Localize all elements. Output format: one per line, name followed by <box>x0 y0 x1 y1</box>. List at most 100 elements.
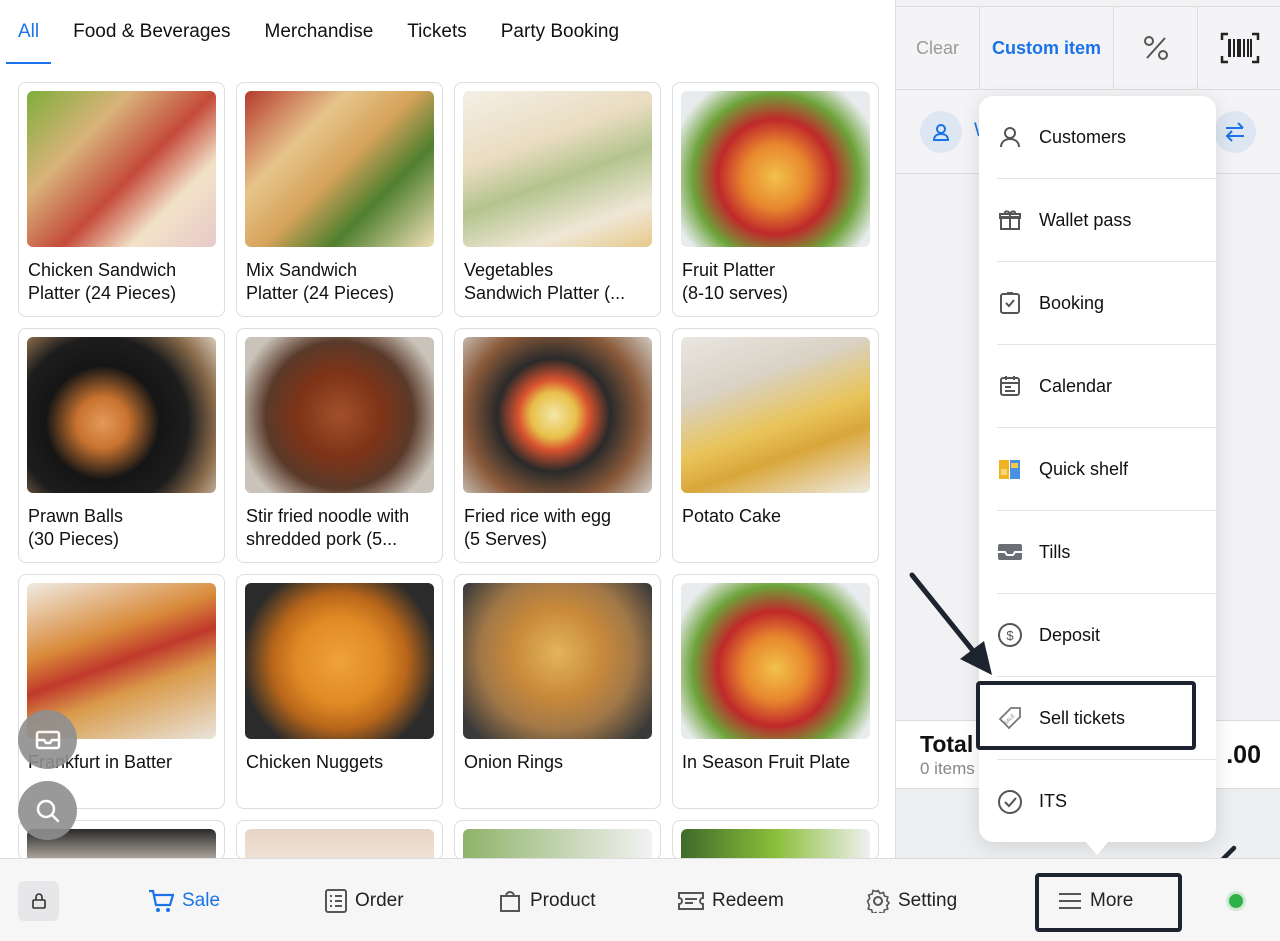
lock-icon <box>31 893 46 909</box>
percent-icon <box>1143 36 1168 60</box>
check-circle-icon <box>997 789 1023 815</box>
product-image <box>27 91 216 247</box>
product-image <box>245 337 434 493</box>
annotation-highlight-sell-tickets <box>976 681 1196 750</box>
calendar-icon <box>997 373 1023 399</box>
product-image <box>245 583 434 739</box>
person-icon <box>932 124 950 141</box>
product-card[interactable]: Frankfurt in Batter <box>18 574 225 809</box>
product-card[interactable]: Prawn Balls (30 Pieces) <box>18 328 225 563</box>
product-grid: Chicken Sandwich Platter (24 Pieces) Mix … <box>18 82 879 858</box>
switch-customer-button[interactable] <box>1214 111 1256 153</box>
product-name: Prawn Balls (30 Pieces) <box>28 506 124 549</box>
tab-food-beverages[interactable]: Food & Beverages <box>73 0 230 64</box>
product-area: All Food & Beverages Merchandise Tickets… <box>0 0 895 858</box>
total-label: Total <box>920 731 974 757</box>
category-tabs: All Food & Beverages Merchandise Tickets… <box>6 0 653 64</box>
items-count: 0 items <box>920 759 975 778</box>
search-icon <box>36 799 59 822</box>
tray-icon <box>35 730 60 749</box>
product-name: Chicken Nuggets <box>246 752 384 772</box>
product-card[interactable] <box>672 820 879 858</box>
product-image <box>681 829 870 858</box>
product-card[interactable]: Chicken Sandwich Platter (24 Pieces) <box>18 82 225 317</box>
bottom-nav: Sale Order Product Redeem Setting More <box>0 858 1280 941</box>
product-image <box>463 829 652 858</box>
tray-icon <box>997 539 1023 565</box>
tab-merchandise[interactable]: Merchandise <box>265 0 374 64</box>
product-name: Mix Sandwich Platter (24 Pieces) <box>246 260 395 303</box>
product-name: Chicken Sandwich Platter (24 Pieces) <box>28 260 177 303</box>
product-image <box>681 337 870 493</box>
product-image <box>463 583 652 739</box>
product-card[interactable]: Potato Cake <box>672 328 879 563</box>
ticket-icon <box>678 891 704 910</box>
product-card[interactable]: In Season Fruit Plate <box>672 574 879 809</box>
status-dot <box>1229 894 1243 908</box>
product-image <box>463 337 652 493</box>
discount-button[interactable] <box>1114 7 1198 89</box>
search-fab-button[interactable] <box>18 781 77 840</box>
nav-setting[interactable]: Setting <box>866 859 957 941</box>
menu-item-booking[interactable]: Booking <box>997 262 1216 345</box>
menu-caret <box>1085 841 1109 855</box>
annotation-arrow-icon <box>909 572 992 675</box>
tab-all[interactable]: All <box>6 0 52 64</box>
product-name: Fruit Platter (8-10 serves) <box>682 260 789 303</box>
product-card[interactable]: Vegetables Sandwich Platter (... <box>454 82 661 317</box>
shelf-icon <box>997 456 1023 482</box>
menu-item-tills[interactable]: Tills <box>997 511 1216 594</box>
annotation-highlight-more <box>1035 873 1182 932</box>
product-card[interactable]: Onion Rings <box>454 574 661 809</box>
lock-button[interactable] <box>18 881 59 921</box>
product-card[interactable]: Mix Sandwich Platter (24 Pieces) <box>236 82 443 317</box>
menu-item-quick-shelf[interactable]: Quick shelf <box>997 428 1216 511</box>
nav-redeem[interactable]: Redeem <box>678 859 784 941</box>
tab-party-booking[interactable]: Party Booking <box>501 0 619 64</box>
list-icon <box>325 888 347 913</box>
barcode-button[interactable] <box>1198 7 1280 89</box>
product-image <box>27 337 216 493</box>
nav-order[interactable]: Order <box>325 859 404 941</box>
product-image <box>681 91 870 247</box>
bag-icon <box>500 890 520 912</box>
product-card[interactable]: Fruit Platter (8-10 serves) <box>672 82 879 317</box>
nav-sale[interactable]: Sale <box>148 859 220 941</box>
menu-item-calendar[interactable]: Calendar <box>997 345 1216 428</box>
product-card[interactable] <box>236 820 443 858</box>
product-name: Fried rice with egg (5 Serves) <box>464 506 612 549</box>
clipboard-check-icon <box>997 290 1023 316</box>
product-name: Onion Rings <box>464 752 564 772</box>
product-image <box>463 91 652 247</box>
gift-icon <box>997 207 1023 233</box>
menu-item-wallet-pass[interactable]: Wallet pass <box>997 179 1216 262</box>
product-image <box>681 583 870 739</box>
clear-button[interactable]: Clear <box>896 7 980 89</box>
product-name: Stir fried noodle with shredded pork (5..… <box>246 506 410 549</box>
product-name: In Season Fruit Plate <box>682 752 851 772</box>
product-image <box>245 829 434 858</box>
tab-tickets[interactable]: Tickets <box>407 0 466 64</box>
product-card[interactable]: Fried rice with egg (5 Serves) <box>454 328 661 563</box>
person-icon <box>997 124 1023 150</box>
tray-fab-button[interactable] <box>18 710 77 769</box>
cart-toolbar: Clear Custom item <box>896 6 1280 90</box>
product-name: Vegetables Sandwich Platter (... <box>464 260 626 303</box>
product-card[interactable] <box>454 820 661 858</box>
nav-product[interactable]: Product <box>498 859 595 941</box>
dollar-circle-icon: $ <box>997 622 1023 648</box>
swap-arrows-icon <box>1225 122 1244 142</box>
customer-avatar-button[interactable] <box>920 111 962 153</box>
total-amount: .00 <box>1226 741 1261 769</box>
menu-item-customers[interactable]: Customers <box>997 96 1216 179</box>
menu-item-its[interactable]: ITS <box>997 760 1216 843</box>
gear-icon <box>866 888 890 913</box>
product-image <box>245 91 434 247</box>
cart-icon <box>149 889 174 912</box>
product-card[interactable]: Stir fried noodle with shredded pork (5..… <box>236 328 443 563</box>
product-name: Potato Cake <box>682 506 782 526</box>
product-card[interactable]: Chicken Nuggets <box>236 574 443 809</box>
menu-item-deposit[interactable]: $ Deposit <box>997 594 1216 677</box>
custom-item-button[interactable]: Custom item <box>980 7 1114 89</box>
svg-text:$: $ <box>1006 628 1014 643</box>
